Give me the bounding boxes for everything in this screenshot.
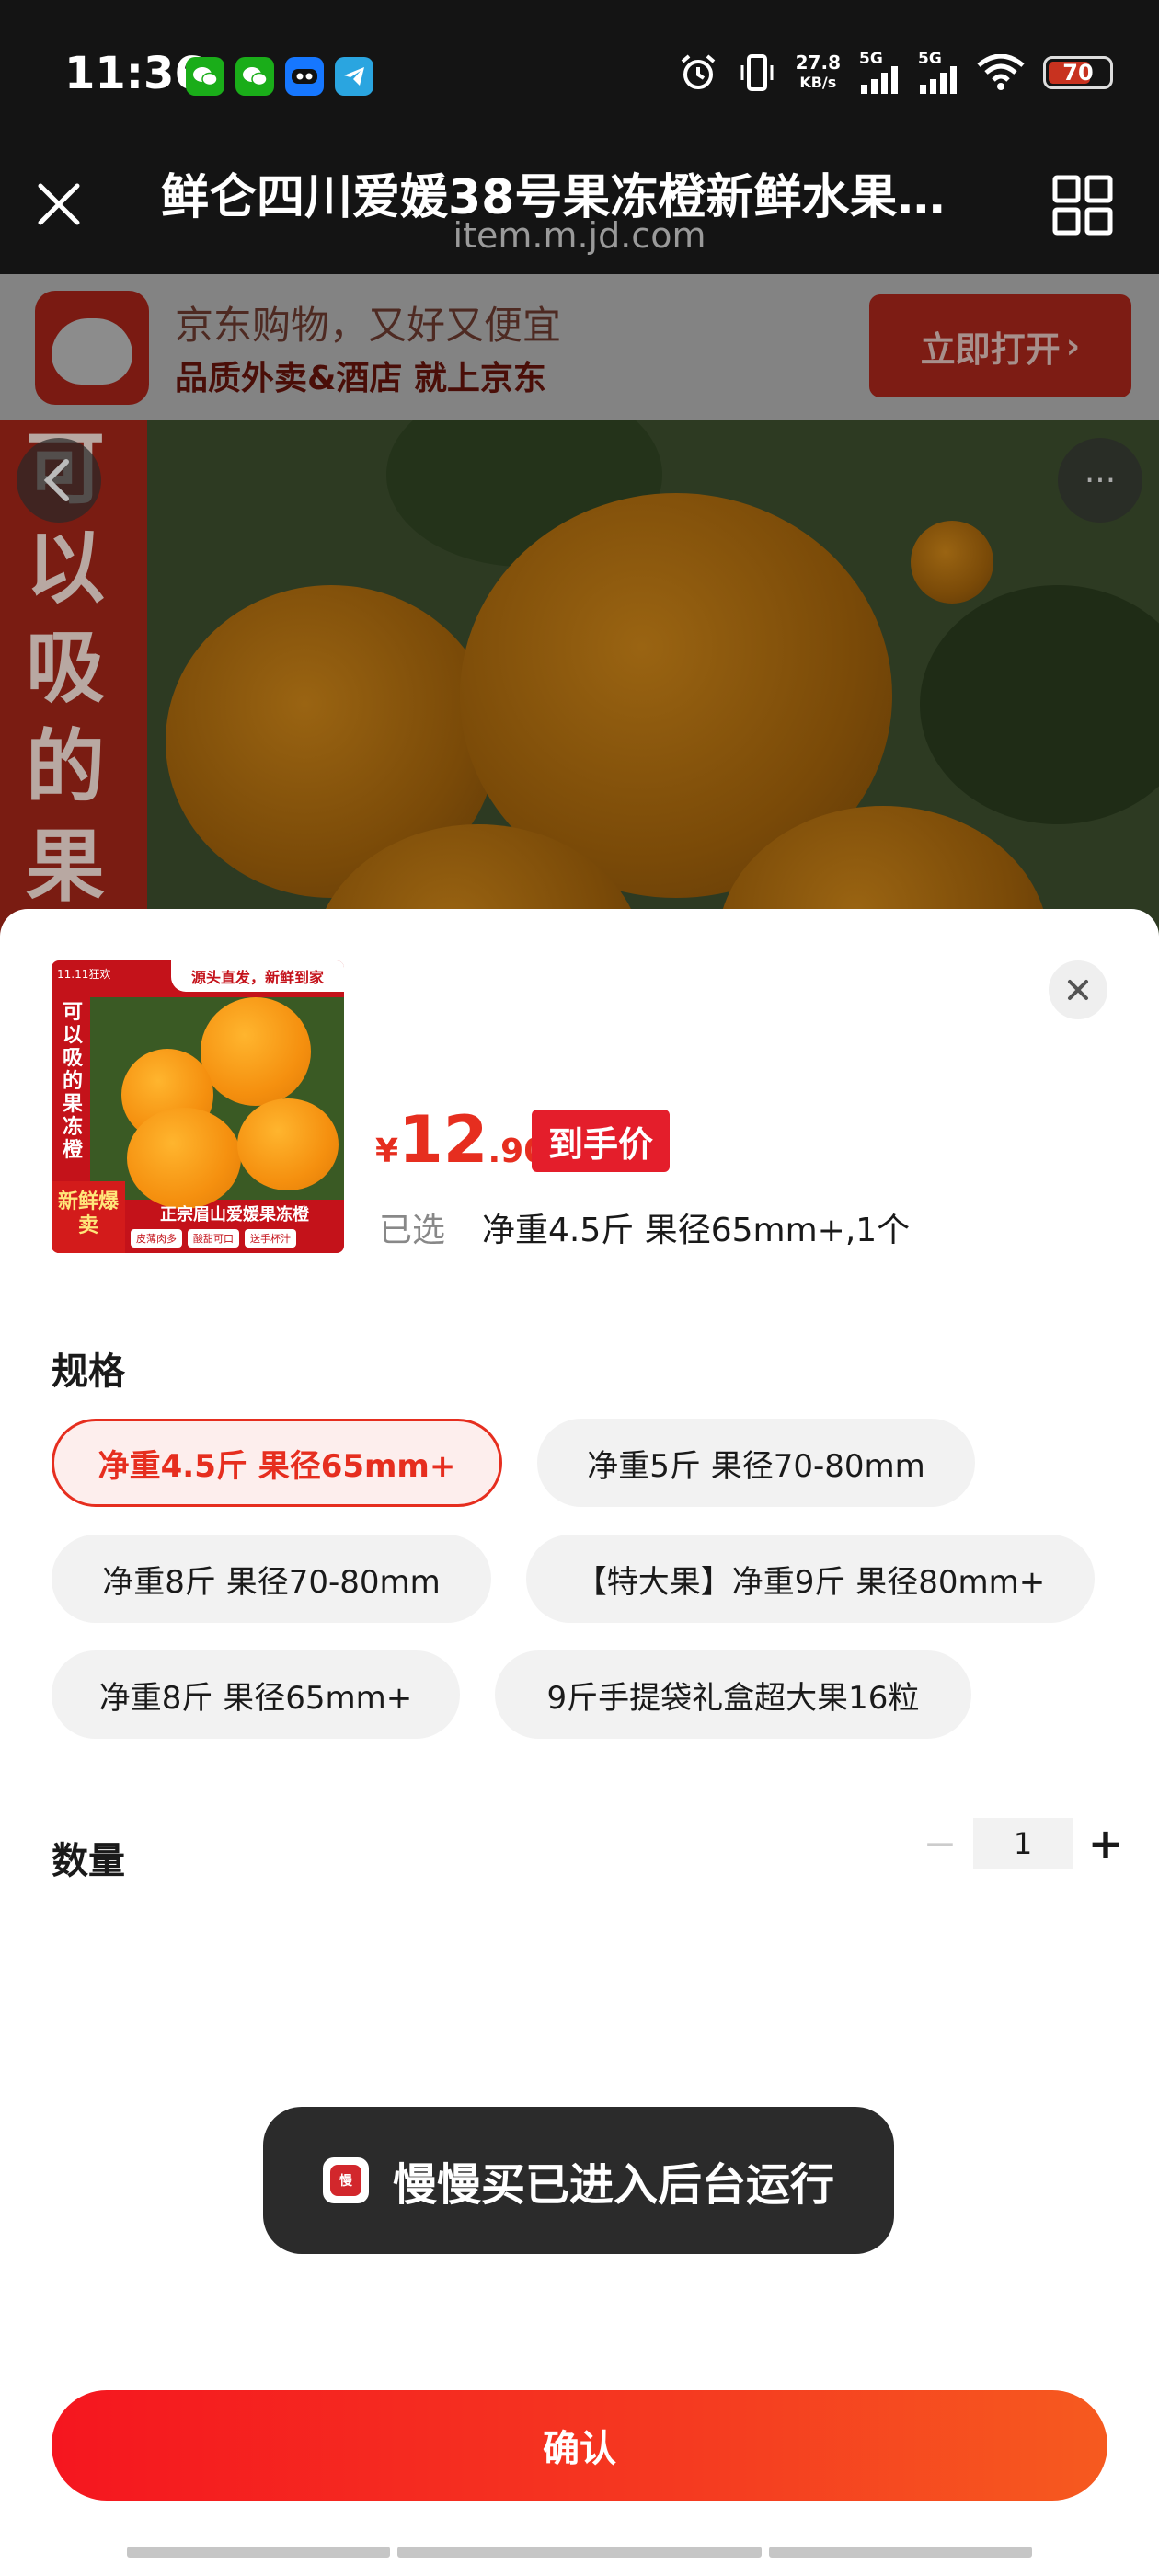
vibrate-icon [740, 54, 774, 91]
telegram-icon [335, 57, 373, 96]
quantity-input[interactable]: 1 [973, 1818, 1073, 1869]
page-url: item.m.jd.com [453, 215, 706, 256]
chevron-left-icon [43, 459, 69, 501]
confirm-button[interactable]: 确认 [52, 2390, 1107, 2501]
product-thumbnail: 11.11狂欢 源头直发，新鲜到家 可以吸的果冻橙 新鲜爆卖 正宗眉山爱媛果冻橙… [52, 960, 344, 1253]
bottom-indicator-bars [127, 2547, 1032, 2558]
app-icon [285, 57, 324, 96]
spec-option[interactable]: 净重8斤 果径70-80mm [52, 1535, 491, 1623]
wechat-icon [186, 57, 224, 96]
thumb-title: 正宗眉山爱媛果冻橙 [160, 1205, 309, 1225]
more-button[interactable]: ··· [1058, 438, 1142, 523]
signal-strength-1: 5G [859, 52, 900, 94]
selected-label: 已选 [379, 1212, 446, 1249]
orange-shape [127, 1108, 241, 1209]
toast-message: 慢慢买已进入后台运行 [392, 2159, 834, 2211]
jd-logo [35, 291, 149, 405]
quantity-plus-button[interactable]: + [1085, 1816, 1126, 1871]
selected-value: 净重4.5斤 果径65mm+,1个 [482, 1212, 911, 1249]
thumb-side-text: 可以吸的果冻橙 [62, 1001, 83, 1162]
thumb-feature-chips: 皮薄肉多 酸甜可口 送手杯汁 [131, 1229, 296, 1248]
selected-summary: 已选 净重4.5斤 果径65mm+,1个 [379, 1203, 910, 1251]
back-button[interactable] [17, 438, 101, 523]
thumb-chip: 酸甜可口 [188, 1229, 239, 1248]
battery-indicator: 70 [1043, 56, 1113, 89]
quantity-label: 数量 [52, 1840, 125, 1882]
background-running-toast: 慢 慢慢买已进入后台运行 [263, 2107, 894, 2254]
toast-icon-text: 慢 [329, 2165, 361, 2196]
indicator-bar [769, 2547, 1032, 2558]
grid-menu-icon[interactable] [1052, 175, 1113, 236]
spec-option[interactable]: 净重4.5斤 果径65mm+ [52, 1419, 502, 1507]
wechat-icon [235, 57, 274, 96]
leaf-shape [920, 585, 1159, 824]
thumb-header: 11.11狂欢 源头直发，新鲜到家 [52, 960, 344, 997]
product-hero-image: 可以吸的果冻 ··· [0, 420, 1159, 935]
more-icon: ··· [1084, 461, 1117, 500]
quantity-minus-button[interactable]: − [920, 1816, 960, 1871]
network-speed: 27.8 KB/s [796, 52, 841, 93]
manmanmai-app-icon: 慢 [322, 2157, 369, 2203]
signal-icon [861, 66, 898, 94]
quantity-stepper: − 1 + [920, 1816, 1126, 1871]
indicator-bar [397, 2547, 762, 2558]
browser-header: 鲜仑四川爱媛38号果冻橙新鲜水果… item.m.jd.com [0, 147, 1159, 274]
price-currency: ¥ [375, 1133, 399, 1170]
open-app-button[interactable]: 立即打开 › [869, 294, 1131, 397]
spec-option[interactable]: 【特大果】净重9斤 果径80mm+ [526, 1535, 1095, 1623]
spec-option[interactable]: 9斤手提袋礼盒超大果16粒 [495, 1650, 971, 1739]
banner-subslogan: 品质外卖&酒店 就上京东 [175, 360, 546, 397]
spec-option[interactable]: 净重8斤 果径65mm+ [52, 1650, 460, 1739]
jd-app-banner: 京东购物，又好又便宜 品质外卖&酒店 就上京东 立即打开 › [0, 274, 1159, 420]
alarm-icon [681, 54, 715, 89]
price: ¥12.90 [375, 1102, 546, 1178]
signal-label: 5G [918, 50, 942, 68]
thumb-ribbon: 源头直发，新鲜到家 [171, 960, 344, 992]
status-indicators: 27.8 KB/s 5G 5G 70 [678, 52, 1113, 94]
banner-slogan: 京东购物，又好又便宜 [175, 303, 562, 348]
status-time: 11:36 [64, 48, 205, 99]
sheet-close-button[interactable] [1049, 960, 1107, 1019]
status-bar: 11:36 27.8 KB/s 5G 5G 70 [0, 0, 1159, 147]
sku-selector-sheet: 11.11狂欢 源头直发，新鲜到家 可以吸的果冻橙 新鲜爆卖 正宗眉山爱媛果冻橙… [0, 909, 1159, 2576]
thumb-new-badge: 新鲜爆卖 [52, 1181, 125, 1253]
thumb-corner-tag: 11.11狂欢 [57, 968, 111, 981]
price-integer: 12 [398, 1102, 488, 1178]
wifi-icon [977, 54, 1025, 90]
thumb-chip: 皮薄肉多 [131, 1229, 182, 1248]
indicator-bar [127, 2547, 390, 2558]
orange-shape [201, 997, 311, 1106]
battery-level: 70 [1062, 60, 1094, 86]
spec-label: 规格 [52, 1351, 125, 1393]
close-icon [1068, 980, 1088, 1000]
thumb-photo [90, 997, 344, 1209]
signal-icon [920, 66, 957, 94]
thumb-chip: 送手杯汁 [245, 1229, 296, 1248]
notification-icons [186, 57, 373, 96]
jd-mascot-icon [52, 318, 132, 385]
signal-strength-2: 5G [918, 52, 958, 94]
spec-option[interactable]: 净重5斤 果径70-80mm [537, 1419, 975, 1507]
open-app-label: 立即打开 [920, 328, 1061, 370]
orange-shape [237, 1098, 339, 1190]
net-speed-unit: KB/s [799, 74, 837, 91]
chevron-right-icon: › [1065, 326, 1081, 366]
orange-shape [911, 521, 993, 604]
final-price-badge: 到手价 [532, 1110, 671, 1172]
net-speed-value: 27.8 [795, 52, 841, 74]
signal-label: 5G [859, 50, 883, 68]
